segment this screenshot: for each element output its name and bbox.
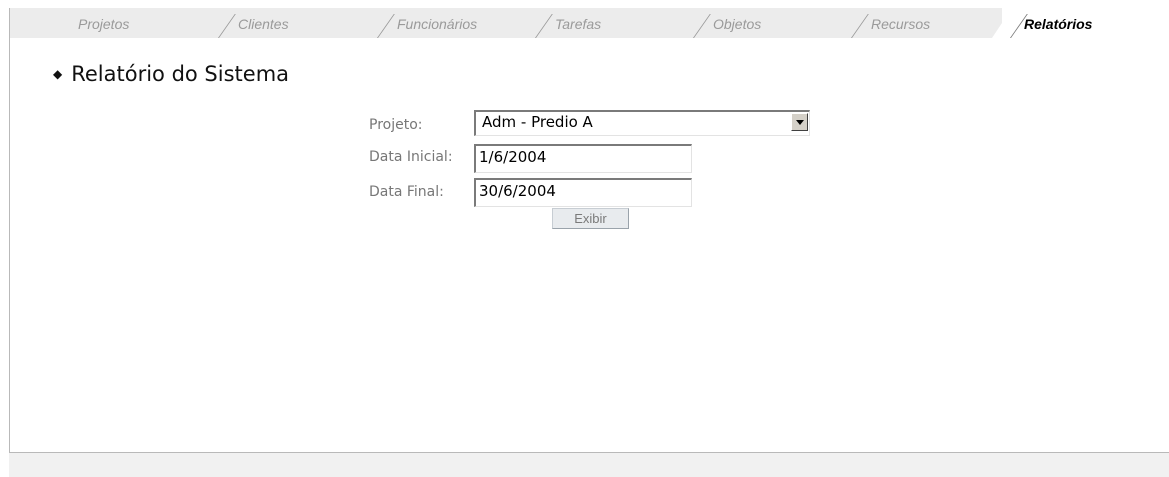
projeto-select[interactable]: Adm - Predio A <box>474 110 810 136</box>
tab-label: Objetos <box>713 16 762 32</box>
data-inicial-input[interactable]: 1/6/2004 <box>474 144 692 173</box>
tab-label: Projetos <box>78 16 130 32</box>
data-final-label: Data Final: <box>369 184 444 200</box>
data-final-input[interactable]: 30/6/2004 <box>474 178 692 207</box>
chevron-down-icon[interactable] <box>791 113 808 131</box>
page-title: ◆ Relatório do Sistema <box>53 62 289 86</box>
tab-label: Funcionários <box>397 16 478 32</box>
projeto-select-value: Adm - Predio A <box>482 113 593 131</box>
data-inicial-label: Data Inicial: <box>369 149 453 165</box>
status-bar <box>9 453 1169 477</box>
page-title-text: Relatório do Sistema <box>71 62 290 86</box>
diamond-bullet-icon: ◆ <box>53 67 63 81</box>
projeto-label: Projeto: <box>369 117 423 133</box>
tab-label: Relatórios <box>1024 16 1093 32</box>
exibir-button[interactable]: Exibir <box>552 208 629 229</box>
tab-label: Clientes <box>238 16 289 32</box>
tab-label: Tarefas <box>555 16 602 32</box>
tab-label: Recursos <box>871 16 931 32</box>
